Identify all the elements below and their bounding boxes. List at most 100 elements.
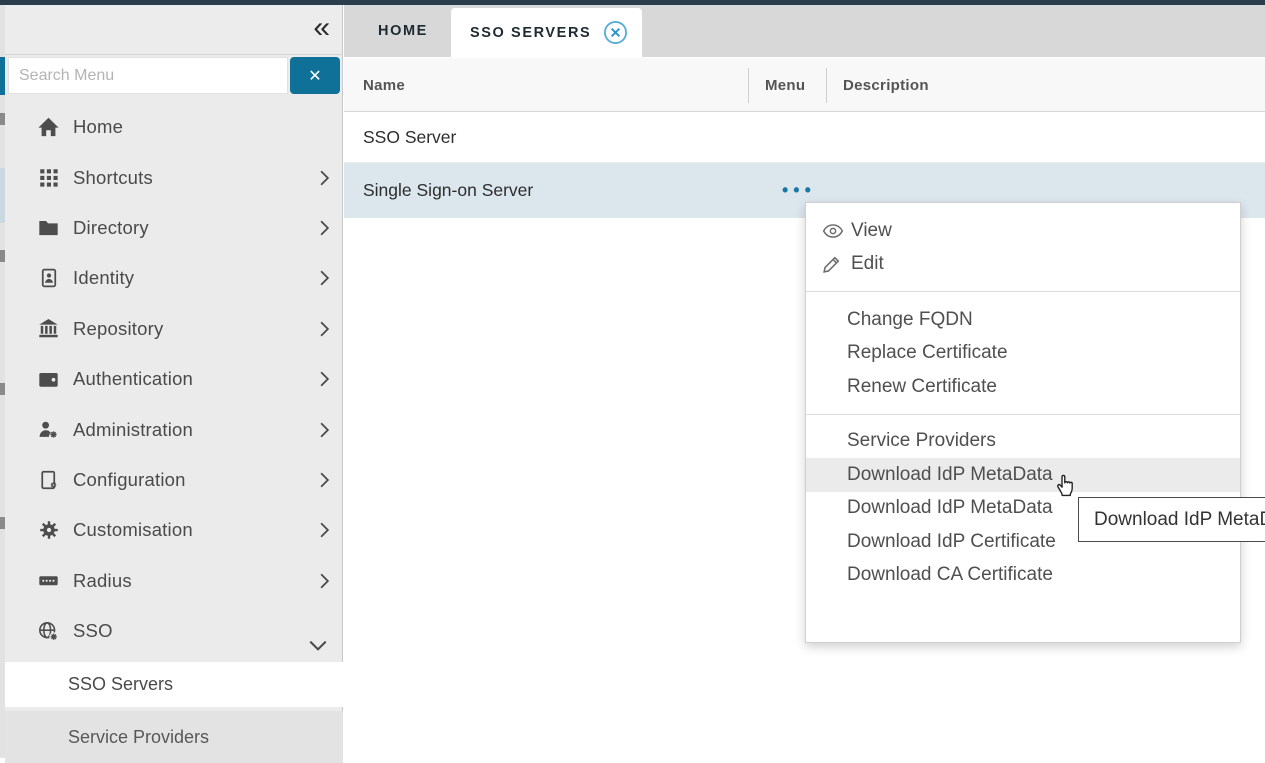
context-menu-group: Change FQDN Replace Certificate Renew Ce… <box>806 292 1240 404</box>
column-header-menu: Menu <box>765 58 805 112</box>
chevron-right-icon <box>320 371 330 387</box>
collapse-sidebar-icon[interactable]: « <box>313 13 328 43</box>
column-header-name: Name <box>363 58 405 112</box>
sidebar-item-label: Directory <box>73 217 320 239</box>
sidebar-item-configuration[interactable]: Configuration <box>5 455 342 505</box>
sidebar-item-service-providers[interactable]: Service Providers <box>5 711 343 763</box>
user-gear-icon <box>36 418 61 442</box>
menu-item-edit[interactable]: Edit <box>806 248 1240 282</box>
sidebar-item-repository[interactable]: Repository <box>5 304 342 354</box>
table-header: Name Menu Description <box>344 58 1265 112</box>
id-card-icon <box>36 266 61 290</box>
tab-bar: HOME SSO SERVERS <box>344 5 1265 57</box>
menu-item-label: Download IdP MetaData <box>847 464 1053 486</box>
menu-item-label: Service Providers <box>847 430 996 452</box>
chevron-right-icon <box>320 573 330 589</box>
sidebar-item-shortcuts[interactable]: Shortcuts <box>5 152 342 202</box>
tab-home[interactable]: HOME <box>378 5 428 57</box>
gear-icon <box>36 518 61 542</box>
shortcuts-icon <box>36 166 61 190</box>
context-menu-group: View Edit <box>806 203 1240 281</box>
edge-fragment <box>0 168 5 223</box>
edge-fragment <box>0 383 5 395</box>
sidebar-item-label: Radius <box>73 570 320 592</box>
context-menu: View Edit Change FQDN Replace Certificat… <box>805 202 1241 643</box>
bank-icon <box>36 317 61 341</box>
sidebar-item-administration[interactable]: Administration <box>5 404 342 454</box>
tab-label: SSO SERVERS <box>470 25 591 41</box>
chevron-right-icon <box>320 522 330 538</box>
column-header-description: Description <box>843 58 929 112</box>
search-clear-button[interactable]: ✕ <box>290 57 340 94</box>
pencil-icon <box>822 255 848 274</box>
chevron-down-icon[interactable] <box>309 638 327 656</box>
sidebar-item-label: SSO <box>73 620 330 642</box>
sidebar-header: « <box>5 5 342 55</box>
edge-fragment <box>0 113 5 125</box>
sidebar: « ✕ Home Shortcuts <box>5 5 343 758</box>
menu-item-download-idp-metadata[interactable]: Download IdP MetaData <box>806 458 1240 492</box>
eye-icon <box>822 223 848 239</box>
menu-item-label: Replace Certificate <box>847 342 1008 364</box>
window-top-bar <box>0 0 1265 5</box>
tab-close-icon[interactable] <box>603 20 628 45</box>
chevron-right-icon <box>320 321 330 337</box>
sidebar-item-label: Home <box>73 116 330 138</box>
menu-item-service-providers[interactable]: Service Providers <box>806 425 1240 459</box>
chevron-right-icon <box>320 422 330 438</box>
table-row[interactable]: SSO Server <box>344 113 1265 163</box>
tooltip-text: Download IdP MetaData <box>1094 509 1265 531</box>
chevron-right-icon <box>320 170 330 186</box>
column-divider <box>826 68 827 103</box>
edge-fragment <box>0 250 5 262</box>
folder-icon <box>36 216 61 240</box>
sidebar-item-authentication[interactable]: Authentication <box>5 354 342 404</box>
sidebar-search: ✕ <box>8 57 340 95</box>
sidebar-item-label: Configuration <box>73 469 320 491</box>
menu-item-label: Download IdP Certificate <box>847 531 1056 553</box>
tooltip: Download IdP MetaData <box>1078 497 1265 542</box>
sidebar-subitem-label: Service Providers <box>68 727 209 748</box>
menu-item-label: Edit <box>851 253 884 275</box>
menu-item-label: View <box>851 220 892 242</box>
menu-item-change-fqdn[interactable]: Change FQDN <box>806 303 1240 337</box>
column-divider <box>748 68 749 103</box>
sidebar-item-identity[interactable]: Identity <box>5 253 342 303</box>
menu-item-label: Download CA Certificate <box>847 564 1053 586</box>
sidebar-item-label: Shortcuts <box>73 167 320 189</box>
sidebar-item-label: Identity <box>73 267 320 289</box>
sidebar-item-sso-servers[interactable]: SSO Servers <box>5 662 343 707</box>
sidebar-item-home[interactable]: Home <box>5 102 342 152</box>
sidebar-item-radius[interactable]: Radius <box>5 556 342 606</box>
row-name-cell: SSO Server <box>363 127 456 148</box>
menu-item-renew-certificate[interactable]: Renew Certificate <box>806 370 1240 404</box>
menu-item-download-ca-certificate[interactable]: Download CA Certificate <box>806 559 1240 593</box>
tab-label: HOME <box>378 23 428 39</box>
server-icon <box>36 569 61 593</box>
sidebar-item-sso[interactable]: SSO <box>5 606 342 656</box>
menu-item-label: Change FQDN <box>847 309 973 331</box>
home-icon <box>36 115 61 139</box>
tab-sso-servers[interactable]: SSO SERVERS <box>451 8 642 57</box>
chevron-right-icon <box>320 270 330 286</box>
sidebar-item-label: Customisation <box>73 519 320 541</box>
sidebar-item-customisation[interactable]: Customisation <box>5 505 342 555</box>
wallet-icon <box>36 367 61 391</box>
sidebar-item-label: Repository <box>73 318 320 340</box>
menu-item-replace-certificate[interactable]: Replace Certificate <box>806 337 1240 371</box>
edge-fragment <box>0 57 5 95</box>
row-name-cell: Single Sign-on Server <box>363 180 533 201</box>
sidebar-item-directory[interactable]: Directory <box>5 203 342 253</box>
sidebar-item-label: Administration <box>73 419 320 441</box>
chevron-right-icon <box>320 472 330 488</box>
sidebar-subitem-label: SSO Servers <box>68 674 173 695</box>
globe-gear-icon <box>36 619 61 643</box>
menu-item-label: Renew Certificate <box>847 376 997 398</box>
search-input[interactable] <box>8 57 288 94</box>
screen-edge-artifact <box>0 5 5 758</box>
menu-item-label: Download IdP MetaData <box>847 497 1053 519</box>
sidebar-item-label: Authentication <box>73 368 320 390</box>
menu-item-view[interactable]: View <box>806 214 1240 248</box>
document-gear-icon <box>36 468 61 492</box>
chevron-right-icon <box>320 220 330 236</box>
